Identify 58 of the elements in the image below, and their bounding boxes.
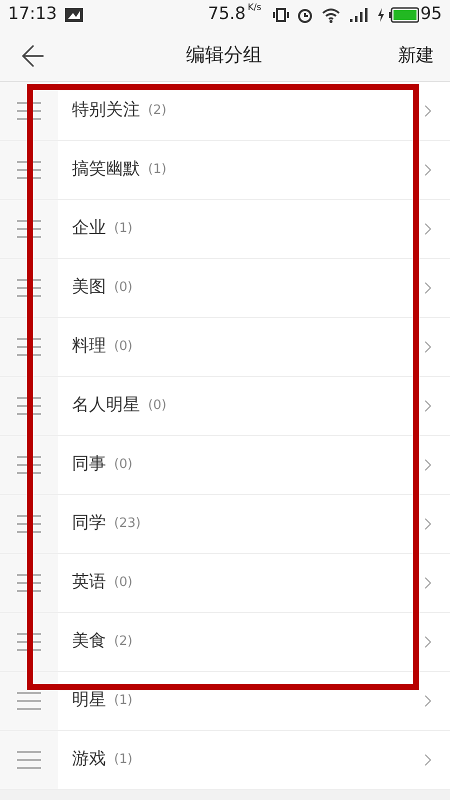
group-row[interactable]: 搞笑幽默 (1): [58, 141, 450, 200]
alarm-icon: [297, 7, 314, 23]
group-count: (0): [148, 397, 166, 416]
group-row[interactable]: 英语 (0): [58, 554, 450, 613]
group-name: 名人明星: [72, 394, 140, 418]
drag-handle-icon[interactable]: [17, 515, 41, 533]
group-count: (0): [114, 574, 132, 592]
group-name: 同学: [72, 512, 106, 536]
group-name: 搞笑幽默: [72, 158, 140, 182]
drag-handle-icon[interactable]: [17, 279, 41, 297]
status-time: 17:13: [8, 3, 57, 26]
group-name: 美图: [72, 276, 106, 300]
page-title: 编辑分组: [186, 43, 262, 68]
group-name: 同事: [72, 453, 106, 476]
group-count: (1): [148, 161, 166, 180]
group-count: (0): [114, 279, 132, 298]
image-icon: [65, 8, 83, 22]
group-count: (1): [114, 220, 132, 238]
group-row[interactable]: 同学 (23): [58, 495, 450, 554]
group-count: (2): [114, 633, 132, 652]
group-name: 企业: [72, 217, 106, 240]
group-name: 游戏: [72, 748, 106, 772]
group-row[interactable]: 游戏 (1): [58, 731, 450, 790]
group-row[interactable]: 名人明星 (0): [58, 377, 450, 436]
vibrate-icon: [273, 7, 290, 23]
group-row[interactable]: 同事 (0): [58, 436, 450, 495]
drag-handle-icon[interactable]: [17, 456, 41, 474]
drag-handle-icon[interactable]: [17, 574, 41, 592]
battery-percent: 95: [420, 3, 442, 26]
group-count: (1): [114, 692, 132, 710]
signal-icon: [349, 7, 370, 23]
wifi-icon: [321, 7, 342, 23]
group-name: 明星: [72, 689, 106, 712]
drag-handle-icon[interactable]: [17, 751, 41, 769]
new-button[interactable]: 新建: [398, 42, 434, 69]
drag-handle-icon[interactable]: [17, 692, 41, 710]
drag-handle-icon[interactable]: [17, 397, 41, 415]
group-row[interactable]: 明星 (1): [58, 672, 450, 731]
drag-handle-icon[interactable]: [17, 220, 41, 238]
drag-handle-icon[interactable]: [17, 102, 41, 120]
group-count: (0): [114, 338, 132, 356]
drag-handle-icon[interactable]: [17, 633, 41, 651]
group-count: (1): [114, 751, 132, 770]
group-row[interactable]: 企业 (1): [58, 200, 450, 259]
charging-icon: [377, 8, 386, 22]
group-name: 美食: [72, 630, 106, 654]
group-count: (23): [114, 515, 141, 534]
group-row[interactable]: 美食 (2): [58, 613, 450, 672]
drag-handle-icon[interactable]: [17, 161, 41, 179]
group-row[interactable]: 美图 (0): [58, 259, 450, 318]
group-name: 英语: [72, 571, 106, 594]
group-name: 特别关注: [72, 99, 140, 122]
group-name: 料理: [72, 335, 106, 358]
group-row[interactable]: 料理 (0): [58, 318, 450, 377]
group-count: (2): [148, 102, 166, 120]
battery-icon: [389, 7, 420, 23]
drag-handle-icon[interactable]: [17, 338, 41, 356]
group-count: (0): [114, 456, 132, 474]
